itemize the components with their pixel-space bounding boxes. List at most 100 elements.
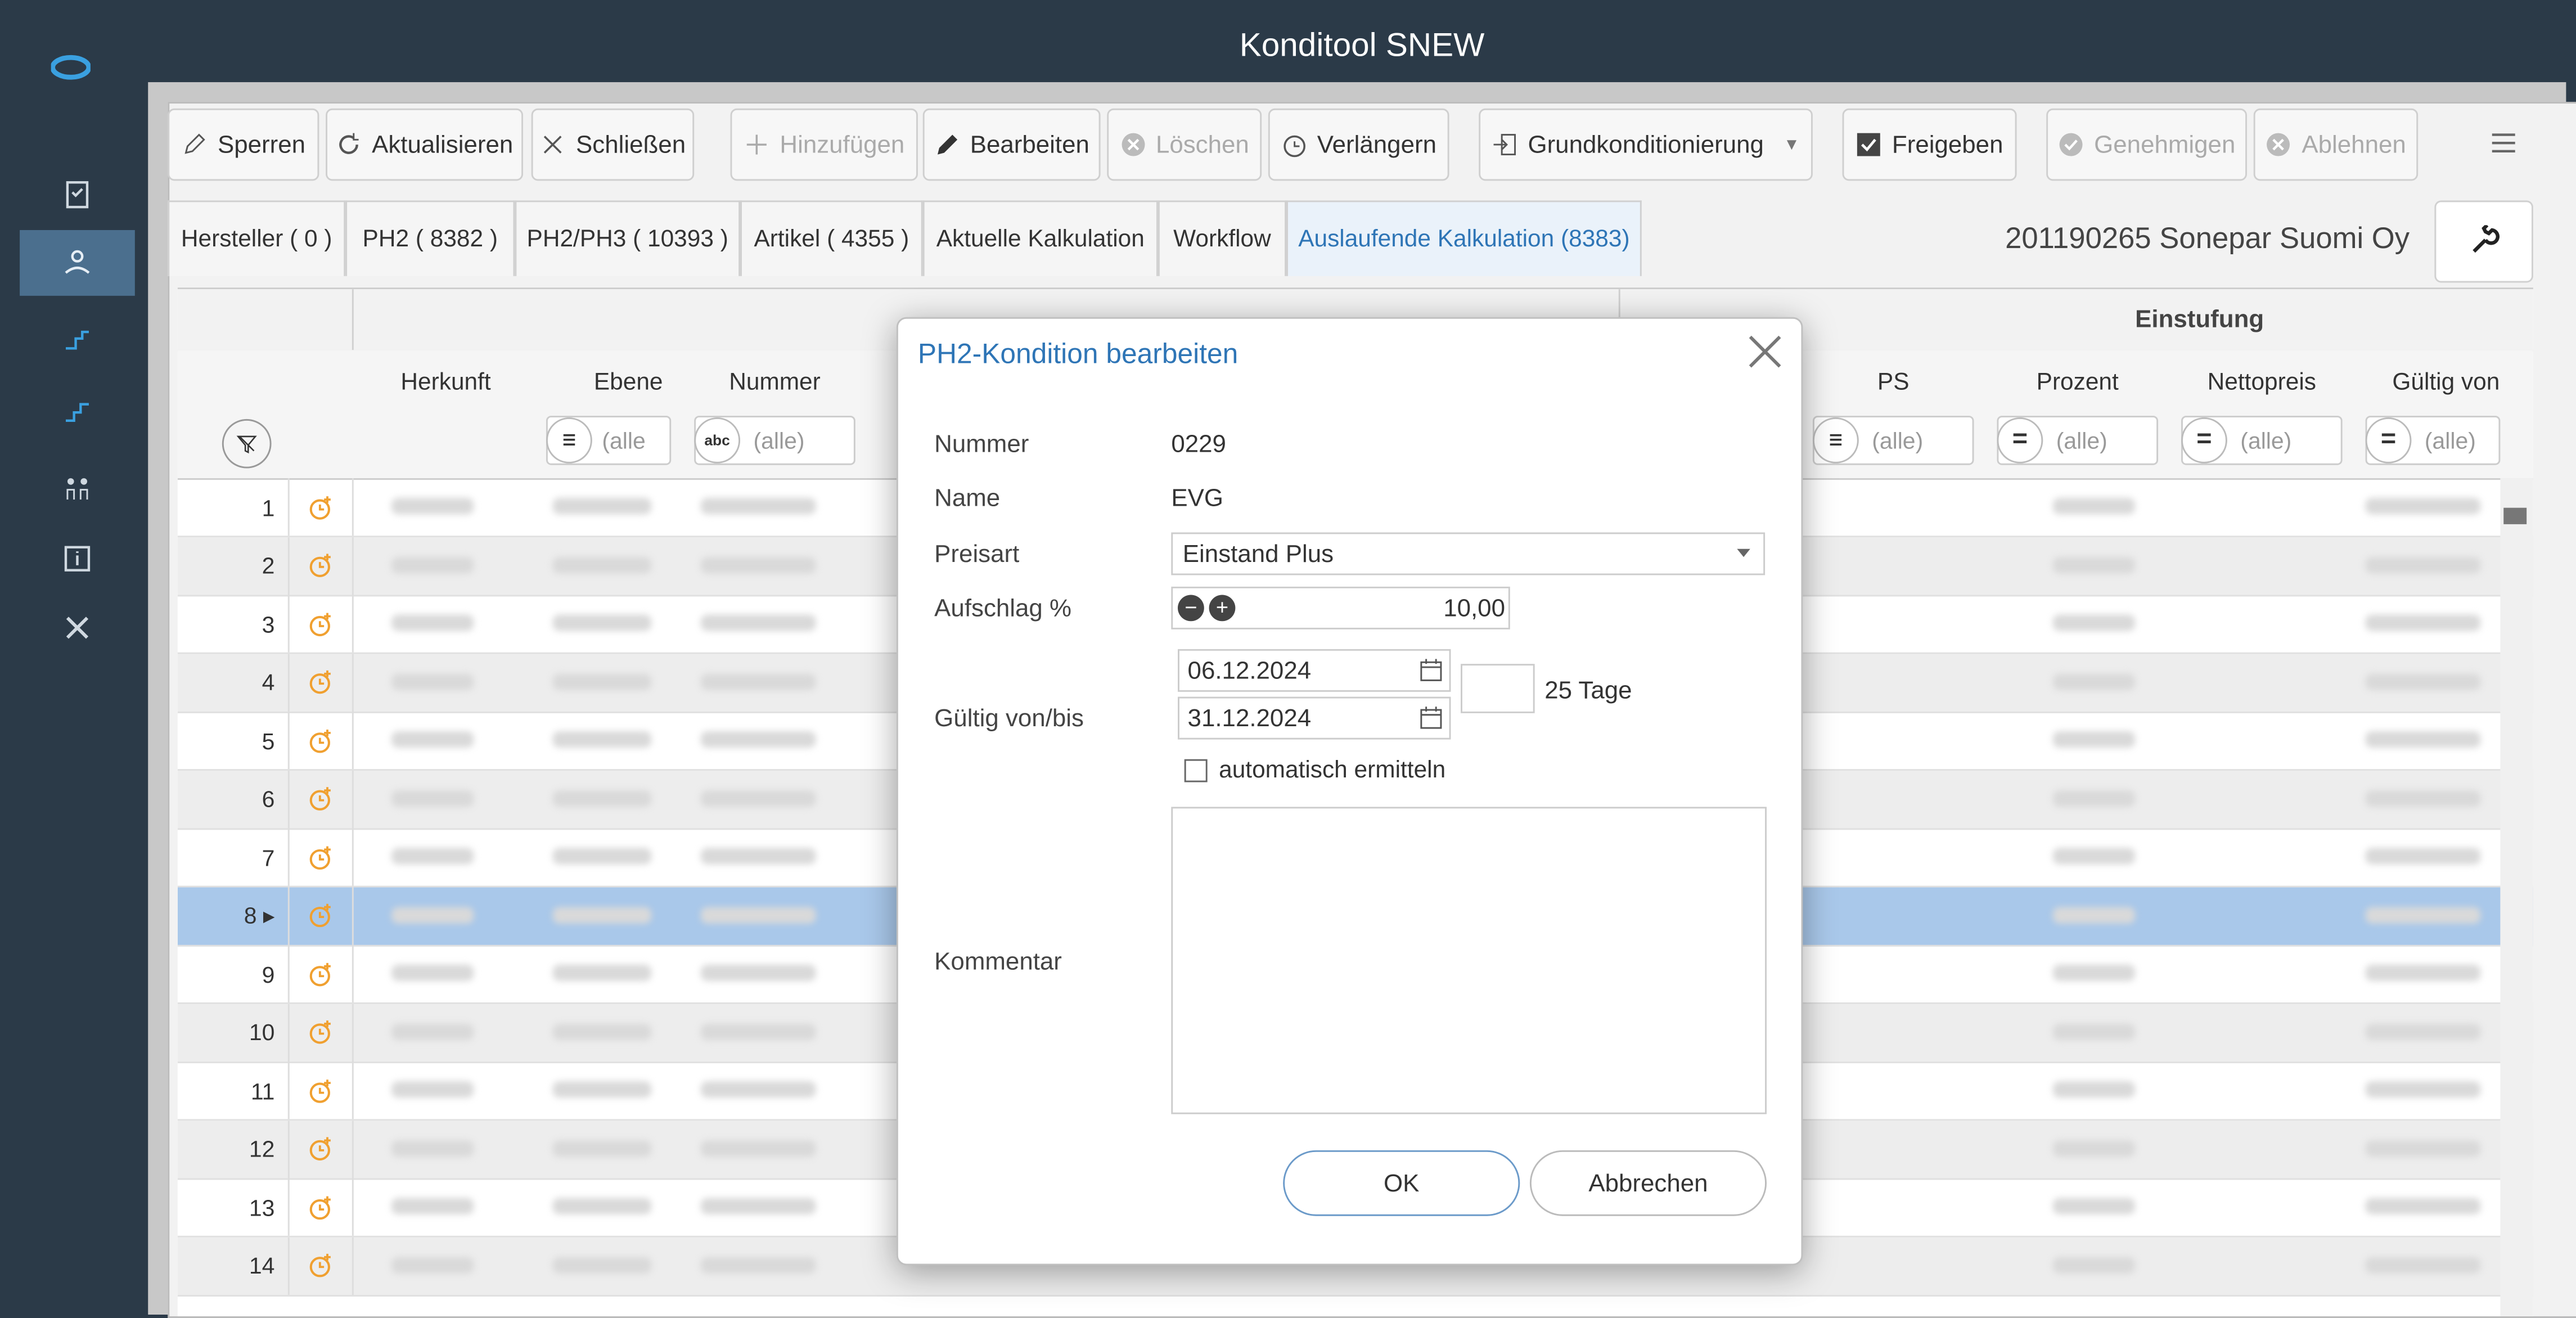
sidebar-item-conditions[interactable] [20,161,135,227]
kommentar-textarea[interactable] [1171,807,1767,1114]
ablehnen-button[interactable]: Ablehnen [2253,108,2419,181]
column-header-nummer[interactable]: Nummer [687,370,862,396]
row-extend-button[interactable] [290,770,354,827]
sidebar-item-price-list[interactable] [20,305,135,371]
blurred-cell [552,1139,652,1157]
calendar-icon[interactable] [1420,707,1443,730]
column-header-prozent[interactable]: Prozent [1990,370,2165,396]
nettopreis-filter[interactable]: = (alle) [2181,416,2343,465]
date-from-input[interactable]: 06.12.2024 [1178,649,1451,692]
aufschlag-value[interactable]: 10,00 [1443,595,1505,623]
scrollbar-thumb[interactable] [2503,507,2527,524]
hinzufuegen-button[interactable]: Hinzufügen [730,108,918,181]
verlaengern-button[interactable]: Verlängern [1268,108,1449,181]
days-bracket [1461,664,1535,713]
hamburger-menu-icon[interactable] [2491,132,2517,155]
sidebar-item-customer[interactable] [20,230,135,296]
preisart-select[interactable]: Einstand Plus [1171,532,1766,575]
genehmigen-button[interactable]: Genehmigen [2046,108,2248,181]
row-extend-button[interactable] [290,653,354,711]
row-extend-button[interactable] [290,1003,354,1061]
gueltig-von-filter[interactable]: = (alle) [2365,416,2501,465]
row-extend-button[interactable] [290,711,354,770]
blurred-cell [700,731,816,748]
row-number: 7 [178,828,290,886]
ok-button[interactable]: OK [1283,1150,1520,1216]
row-extend-button[interactable] [290,1178,354,1236]
ps-filter[interactable]: ☰ (alle) [1812,416,1974,465]
row-extend-button[interactable] [290,944,354,1002]
sidebar-item-price-list-2[interactable] [20,378,135,444]
bearbeiten-label: Bearbeiten [970,131,1089,159]
list-filter-icon: ☰ [1812,417,1859,464]
column-header-nettopreis[interactable]: Nettopreis [2174,370,2349,396]
blurred-cell [2365,556,2481,573]
sperren-button[interactable]: Sperren [168,108,319,181]
blurred-cell [700,556,816,573]
nummer-filter[interactable]: abc (alle) [694,416,855,465]
blurred-cell [391,906,474,923]
minus-icon[interactable]: − [1178,595,1204,622]
blurred-cell [552,1023,652,1040]
row-extend-button[interactable] [290,828,354,886]
settings-button[interactable] [2434,200,2533,283]
row-extend-button[interactable] [290,887,354,944]
sidebar-item-users[interactable] [20,455,135,521]
blurred-cell [700,1198,816,1214]
tab-ph2-ph3[interactable]: PH2/PH3 ( 10393 ) [515,200,741,276]
row-extend-button[interactable] [290,1119,354,1178]
prozent-filter[interactable]: = (alle) [1997,416,2159,465]
column-header-gueltig-von[interactable]: Gültig von [2359,370,2533,396]
freigeben-label: Freigeben [1892,131,2003,159]
clear-filter-button[interactable] [222,419,272,469]
plus-icon[interactable]: + [1209,595,1236,622]
tab-ph2[interactable]: PH2 ( 8382 ) [345,200,515,276]
column-header-ps[interactable]: PS [1806,370,1980,396]
price-chart-icon [65,330,89,350]
sidebar-item-tools[interactable] [20,595,135,660]
aktualisieren-button[interactable]: Aktualisieren [326,108,524,181]
auto-checkbox[interactable] [1184,759,1208,782]
close-icon[interactable] [1745,332,1785,371]
ebene-filter[interactable]: ☰ (alle [546,416,672,465]
abc-filter-icon: abc [694,417,741,464]
row-extend-button[interactable] [290,595,354,653]
wrench-icon [2473,225,2500,253]
tab-hersteller[interactable]: Hersteller ( 0 ) [168,200,346,276]
schliessen-button[interactable]: Schließen [531,108,695,181]
freigeben-button[interactable]: Freigeben [1842,108,2017,181]
auto-label: automatisch ermitteln [1219,757,1446,784]
blurred-cell [700,1023,816,1040]
name-value: EVG [1171,484,1223,513]
sidebar-item-info[interactable] [20,526,135,592]
row-extend-button[interactable] [290,536,354,595]
blurred-cell [391,556,474,573]
blurred-cell [2052,1081,2136,1098]
blurred-cell [391,1139,474,1157]
blurred-cell [2052,789,2136,806]
gueltig-von-filter-value: (alle) [2424,427,2476,454]
ebene-filter-value: (alle [602,427,646,454]
tab-aktuelle-kalkulation[interactable]: Aktuelle Kalkulation [922,200,1158,276]
aufschlag-stepper[interactable]: − + 10,00 [1171,586,1510,629]
tab-artikel[interactable]: Artikel ( 4355 ) [740,200,923,276]
cancel-button[interactable]: Abbrechen [1529,1150,1767,1216]
row-extend-button[interactable] [290,1061,354,1119]
column-header-herkunft[interactable]: Herkunft [359,370,533,396]
price-chart-2-icon [65,403,89,422]
ablehnen-label: Ablehnen [2302,131,2406,159]
row-extend-button[interactable] [290,1236,354,1294]
row-extend-button[interactable] [290,478,354,536]
bearbeiten-button[interactable]: Bearbeiten [922,108,1101,181]
grundkonditionierung-dropdown[interactable]: Grundkonditionierung ▼ [1479,108,1813,181]
vertical-scrollbar[interactable] [2500,478,2533,1316]
loeschen-button[interactable]: Löschen [1107,108,1262,181]
logo-icon[interactable] [51,54,91,80]
date-to-input[interactable]: 31.12.2024 [1178,696,1451,740]
tab-workflow[interactable]: Workflow [1158,200,1287,276]
aktualisieren-label: Aktualisieren [372,131,514,159]
app-window: Konditool SNEW Sperren Aktualisieren Sch… [0,0,2576,1318]
calendar-icon[interactable] [1420,659,1443,682]
tab-auslaufende-kalkulation[interactable]: Auslaufende Kalkulation (8383) [1286,200,1642,276]
nummer-filter-value: (alle) [753,427,805,454]
